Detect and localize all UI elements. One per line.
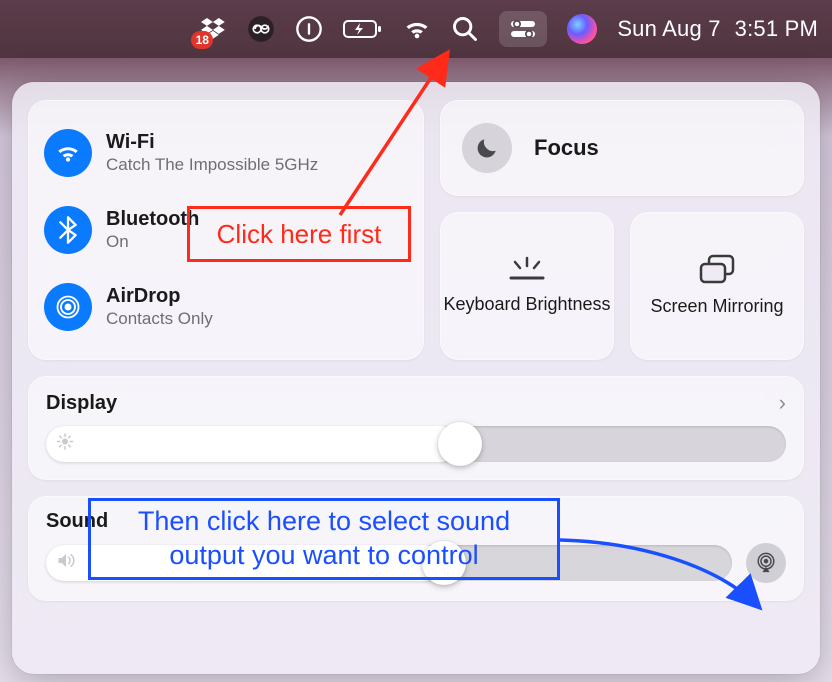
macos-menubar: 18 Sun Aug 7 3:51 PM [0,0,832,58]
brightness-low-icon [56,433,74,456]
screen-mirroring-icon [697,254,737,286]
dropbox-badge: 18 [191,31,213,49]
wifi-title: Wi-Fi [106,131,318,154]
wifi-menubar-item[interactable] [403,15,431,43]
wifi-toggle[interactable]: Wi-Fi Catch The Impossible 5GHz [44,129,408,177]
display-slider[interactable] [46,426,786,462]
control-center-icon [510,19,536,39]
datetime-menubar-item[interactable]: Sun Aug 7 3:51 PM [617,16,818,42]
display-title: Display [46,392,117,415]
time-text: 3:51 PM [735,16,818,42]
battery-charging-icon [343,18,383,40]
keyboard-brightness-icon [507,256,547,284]
airplay-audio-icon [755,552,777,574]
display-card: Display › [28,376,804,480]
dropbox-menubar-item[interactable]: 18 [199,15,227,43]
wifi-circle-icon [44,129,92,177]
control-center-right-column: Focus Keyboard Brightness [440,100,804,360]
keyboard-brightness-tile[interactable]: Keyboard Brightness [440,212,614,360]
infinity-icon [247,15,275,43]
wifi-subtitle: Catch The Impossible 5GHz [106,155,318,175]
onepassword-icon [295,15,323,43]
control-center-menubar-item[interactable] [499,11,547,47]
bluetooth-subtitle: On [106,232,199,252]
airdrop-subtitle: Contacts Only [106,309,213,329]
siri-menubar-item[interactable] [567,14,597,44]
focus-label: Focus [534,135,599,161]
bluetooth-title: Bluetooth [106,208,199,231]
infinity-menubar-item[interactable] [247,15,275,43]
wifi-icon [403,15,431,43]
search-icon [451,15,479,43]
siri-icon [567,14,597,44]
annotation-step2: Then click here to select sound output y… [88,498,560,580]
onepassword-menubar-item[interactable] [295,15,323,43]
control-center-panel: Wi-Fi Catch The Impossible 5GHz Bluetoot… [12,82,820,674]
keyboard-brightness-label: Keyboard Brightness [443,294,610,316]
focus-card[interactable]: Focus [440,100,804,196]
screen-mirroring-label: Screen Mirroring [650,296,783,318]
battery-menubar-item[interactable] [343,18,383,40]
annotation-step1: Click here first [187,206,411,262]
airdrop-title: AirDrop [106,285,213,308]
screen-mirroring-tile[interactable]: Screen Mirroring [630,212,804,360]
date-text: Sun Aug 7 [617,16,720,42]
tiles-row: Keyboard Brightness Screen Mirroring [440,212,804,360]
spotlight-menubar-item[interactable] [451,15,479,43]
chevron-right-icon[interactable]: › [779,390,786,416]
airdrop-toggle[interactable]: AirDrop Contacts Only [44,283,408,331]
sound-output-button[interactable] [746,543,786,583]
display-slider-knob[interactable] [438,422,482,466]
control-center-top-row: Wi-Fi Catch The Impossible 5GHz Bluetoot… [28,100,804,360]
volume-low-icon [56,552,76,575]
airdrop-circle-icon [44,283,92,331]
focus-moon-icon [462,123,512,173]
bluetooth-circle-icon [44,206,92,254]
